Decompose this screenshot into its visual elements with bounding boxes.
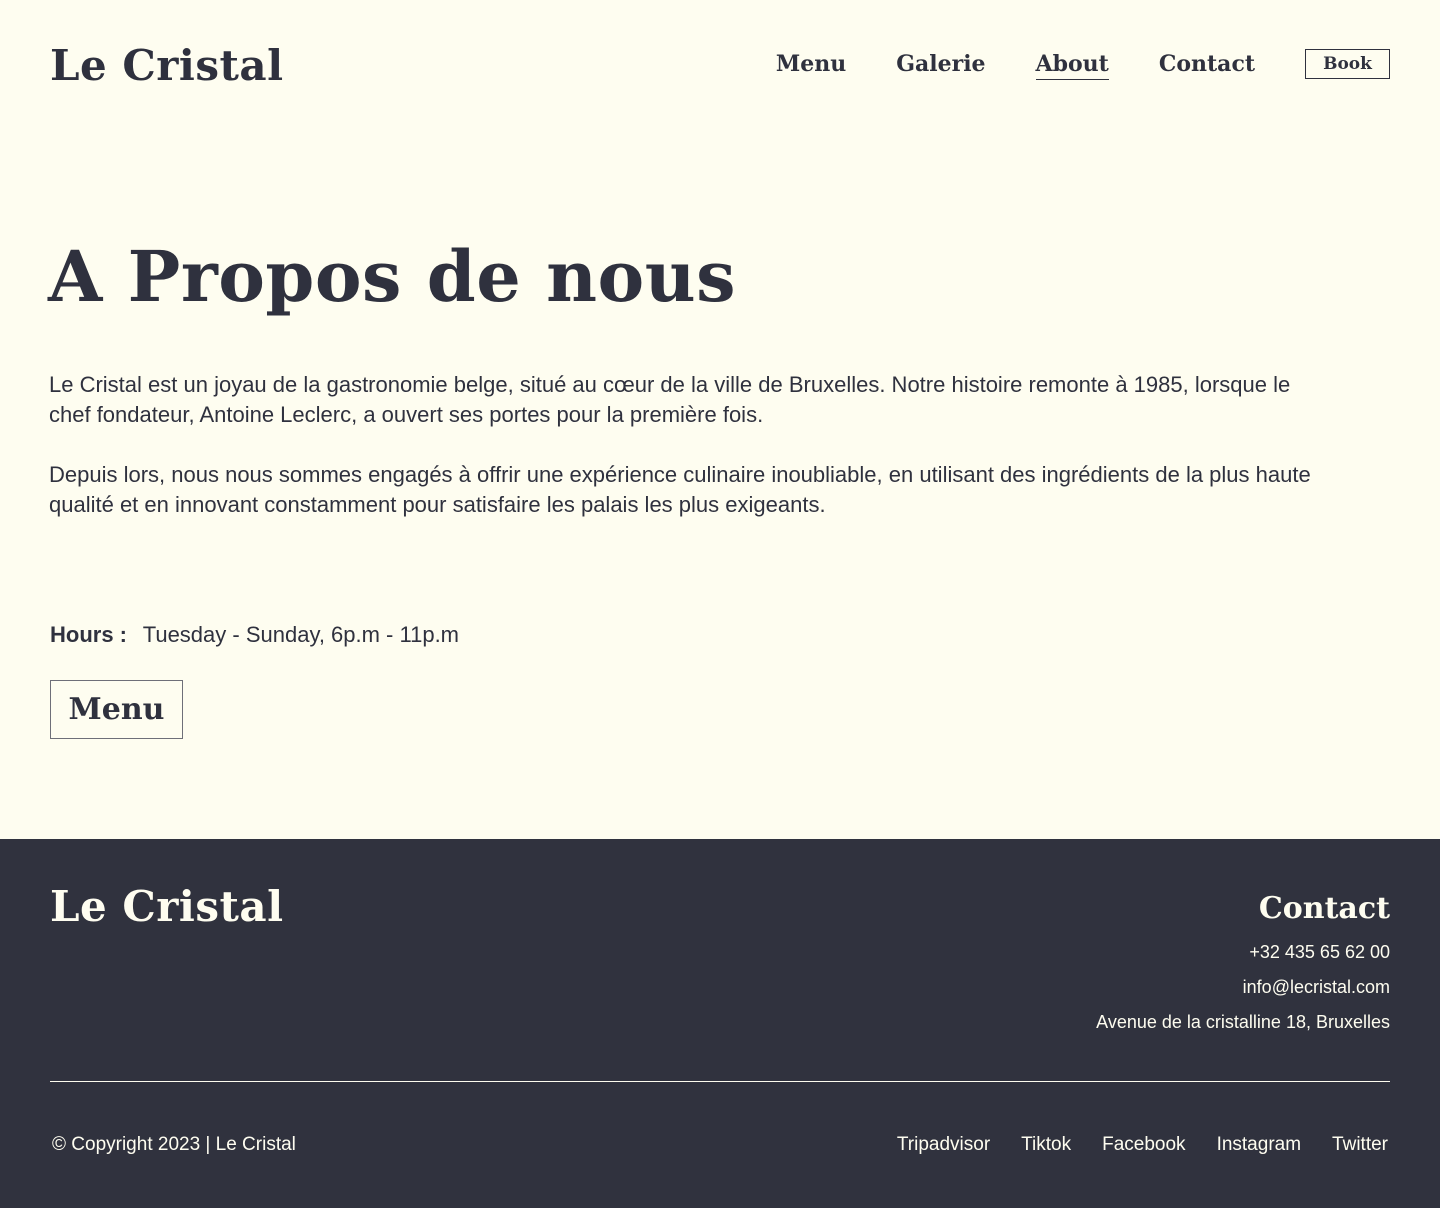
about-paragraph-2: Depuis lors, nous nous sommes engagés à … [49,462,1311,517]
nav-item-menu[interactable]: Menu [776,49,846,79]
social-link-instagram[interactable]: Instagram [1217,1132,1301,1158]
social-links: Tripadvisor Tiktok Facebook Instagram Tw… [897,1132,1388,1158]
site-footer: Le Cristal Contact +32 435 65 62 00 info… [0,839,1440,1208]
social-link-tripadvisor[interactable]: Tripadvisor [897,1132,990,1158]
contact-title: Contact [1258,891,1390,926]
copyright-text: © Copyright 2023 | Le Cristal [52,1134,296,1155]
footer-logo[interactable]: Le Cristal [50,881,284,933]
opening-hours: Hours : Tuesday - Sunday, 6p.m - 11p.m [50,620,459,650]
site-logo[interactable]: Le Cristal [50,40,284,92]
nav-item-about[interactable]: About [1035,49,1109,80]
site-header: Le Cristal Menu Galerie About Contact Bo… [0,0,1440,130]
social-link-tiktok[interactable]: Tiktok [1021,1132,1071,1158]
menu-button[interactable]: Menu [50,680,183,739]
page-title: A Propos de nous [48,235,737,318]
contact-address: Avenue de la cristalline 18, Bruxelles [1096,1012,1390,1032]
nav-item-contact[interactable]: Contact [1159,49,1255,79]
hours-label: Hours : [50,622,127,647]
about-paragraph-1: Le Cristal est un joyau de la gastronomi… [49,372,1291,427]
footer-contact: Contact +32 435 65 62 00 info@lecristal.… [1096,889,1390,1040]
footer-divider [50,1081,1390,1082]
social-link-facebook[interactable]: Facebook [1102,1132,1185,1158]
contact-email[interactable]: info@lecristal.com [1096,970,1390,1005]
contact-phone[interactable]: +32 435 65 62 00 [1096,935,1390,970]
book-button[interactable]: Book [1305,49,1390,79]
social-link-twitter[interactable]: Twitter [1332,1132,1388,1158]
nav-item-galerie[interactable]: Galerie [896,49,985,79]
hours-value: Tuesday - Sunday, 6p.m - 11p.m [142,622,460,647]
main-nav: Menu Galerie About Contact Book [776,48,1390,80]
